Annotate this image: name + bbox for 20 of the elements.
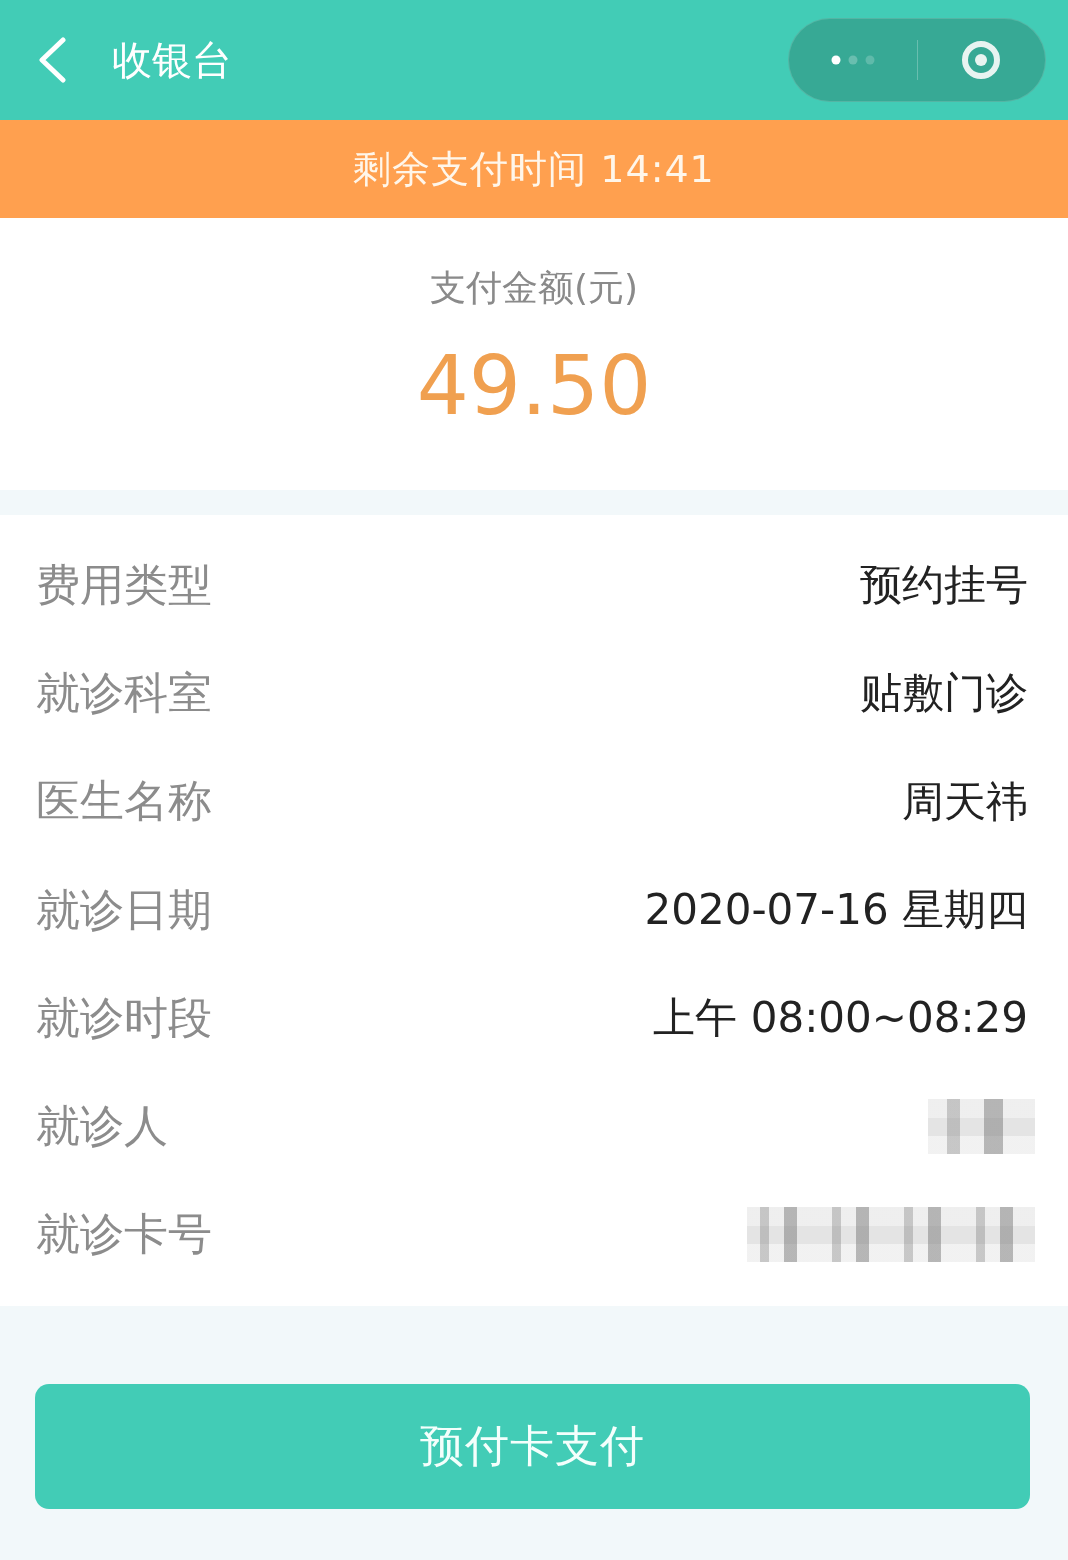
detail-label: 就诊科室 xyxy=(36,665,212,720)
detail-label: 费用类型 xyxy=(36,557,212,612)
detail-label: 就诊卡号 xyxy=(36,1207,212,1262)
detail-label: 医生名称 xyxy=(36,774,212,829)
back-icon xyxy=(37,37,67,83)
detail-value: 贴敷门诊 xyxy=(860,667,1028,720)
detail-label: 就诊时段 xyxy=(36,990,212,1045)
pay-button[interactable]: 预付卡支付 xyxy=(35,1384,1030,1510)
amount-label: 支付金额(元) xyxy=(429,266,639,310)
more-icon xyxy=(830,55,875,65)
detail-label: 就诊人 xyxy=(36,1099,168,1154)
detail-value: 周天祎 xyxy=(902,775,1028,828)
detail-label: 就诊日期 xyxy=(36,882,212,937)
countdown-text: 剩余支付时间 14:41 xyxy=(353,145,715,193)
detail-value: 预约挂号 xyxy=(860,559,1028,612)
detail-value: 上午 08:00~08:29 xyxy=(653,992,1028,1045)
page-title: 收银台 xyxy=(112,35,232,85)
detail-value: 2020-07-16 星期四 xyxy=(644,884,1028,937)
amount-value: 49.50 xyxy=(416,337,652,435)
ring-icon xyxy=(961,40,1002,80)
